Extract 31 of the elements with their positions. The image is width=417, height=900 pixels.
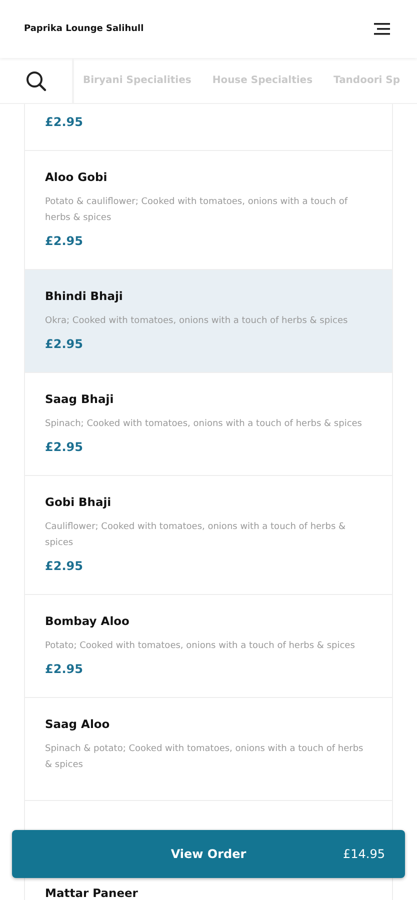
restaurant-name: Paprika Lounge Salihull [24,24,144,34]
item-name: Saag Bhaji [45,392,115,407]
item-description: Spinach; Cooked with tomatoes, onions with a touch of herbs & spices [45,418,363,431]
menu-item[interactable]: Mattar Paneer [25,878,392,900]
item-description: Okra; Cooked with tomatoes, onions with a touch of herbs & spices [45,315,349,328]
menu-item[interactable]: Bhindi Bhaji Okra; Cooked with tomatoes, onions with a touch of herbs & spices £2.95 [25,270,392,373]
menu-item[interactable]: Bombay Aloo Potato; Cooked with tomatoes, onions with a touch of herbs & spices £2.95 [25,595,392,698]
search-icon [25,70,47,92]
item-price: £2.95 [45,336,84,352]
view-order-button[interactable]: View Order £14.95 [12,830,405,878]
item-price: £2.95 [45,558,84,574]
menu-item[interactable]: Saag Bhaji Spinach; Cooked with tomatoes, onions with a touch of herbs & spices £2.95 [25,373,392,476]
item-description: Potato; Cooked with tomatoes, onions with a touch of herbs & spices [45,640,356,653]
item-name: Aloo Gobi [45,170,108,185]
item-price: £2.95 [45,114,84,130]
item-price: £2.95 [45,661,84,677]
order-total: £14.95 [343,847,385,861]
item-name: Bhindi Bhaji [45,289,124,304]
item-description: Potato & cauliflower; Cooked with tomatoes, onions with a touch of herbs & spices [45,196,349,225]
item-price: £2.95 [45,439,84,455]
item-description: Spinach & potato; Cooked with tomatoes, onions with a touch of herbs & spices [45,743,364,772]
item-name: Gobi Bhaji [45,495,112,510]
menu-item[interactable]: Gobi Bhaji Cauliflower; Cooked with tomatoes, onions with a touch of herbs & spices £2.95 [25,476,392,595]
item-name: Saag Aloo [45,717,111,732]
item-name: Mattar Paneer [45,886,139,900]
item-description: Cauliflower; Cooked with tomatoes, onions with a touch of herbs & spices [45,521,347,550]
menu-item[interactable]: Saag Aloo Spinach & potato; Cooked with tomatoes, onions with a touch of herbs & spices [25,698,392,801]
menu-icon[interactable] [373,22,391,36]
item-name: Bombay Aloo [45,614,130,629]
menu-item[interactable]: £2.95 [25,104,392,151]
item-price: £2.95 [45,233,84,249]
